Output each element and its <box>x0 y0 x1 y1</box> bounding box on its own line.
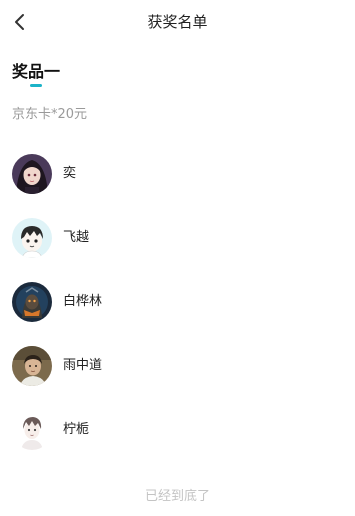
winner-item: 白桦林 <box>12 270 342 334</box>
winner-name: 奕 <box>63 166 77 181</box>
section-title-underline <box>30 84 42 87</box>
avatar <box>12 410 52 450</box>
avatar <box>12 282 52 322</box>
avatar-sketch-boy <box>12 410 52 450</box>
winner-name: 雨中道 <box>63 358 103 373</box>
winner-list: 奕 飞越 白桦林 雨中道 柠栀 <box>12 142 342 462</box>
winner-name: 白桦林 <box>63 294 103 309</box>
avatar <box>12 154 52 194</box>
avatar-armored-figure <box>12 282 52 322</box>
winner-item: 奕 <box>12 142 342 206</box>
avatar-young-man-photo <box>12 346 52 386</box>
page-title: 获奖名单 <box>147 13 208 31</box>
avatar <box>12 218 52 258</box>
winner-item: 雨中道 <box>12 334 342 398</box>
navigation-bar: 获奖名单 <box>0 0 355 46</box>
prize-label: 京东卡*20元 <box>12 107 88 122</box>
winner-item: 飞越 <box>12 206 342 270</box>
avatar <box>12 346 52 386</box>
winner-item: 柠栀 <box>12 398 342 462</box>
winner-name: 飞越 <box>63 230 90 245</box>
avatar-dark-hair-girl <box>12 154 52 194</box>
avatar-cartoon-boy <box>12 218 52 258</box>
section-title: 奖品一 <box>12 62 61 81</box>
list-end-text: 已经到底了 <box>144 489 210 504</box>
winner-name: 柠栀 <box>63 422 90 437</box>
